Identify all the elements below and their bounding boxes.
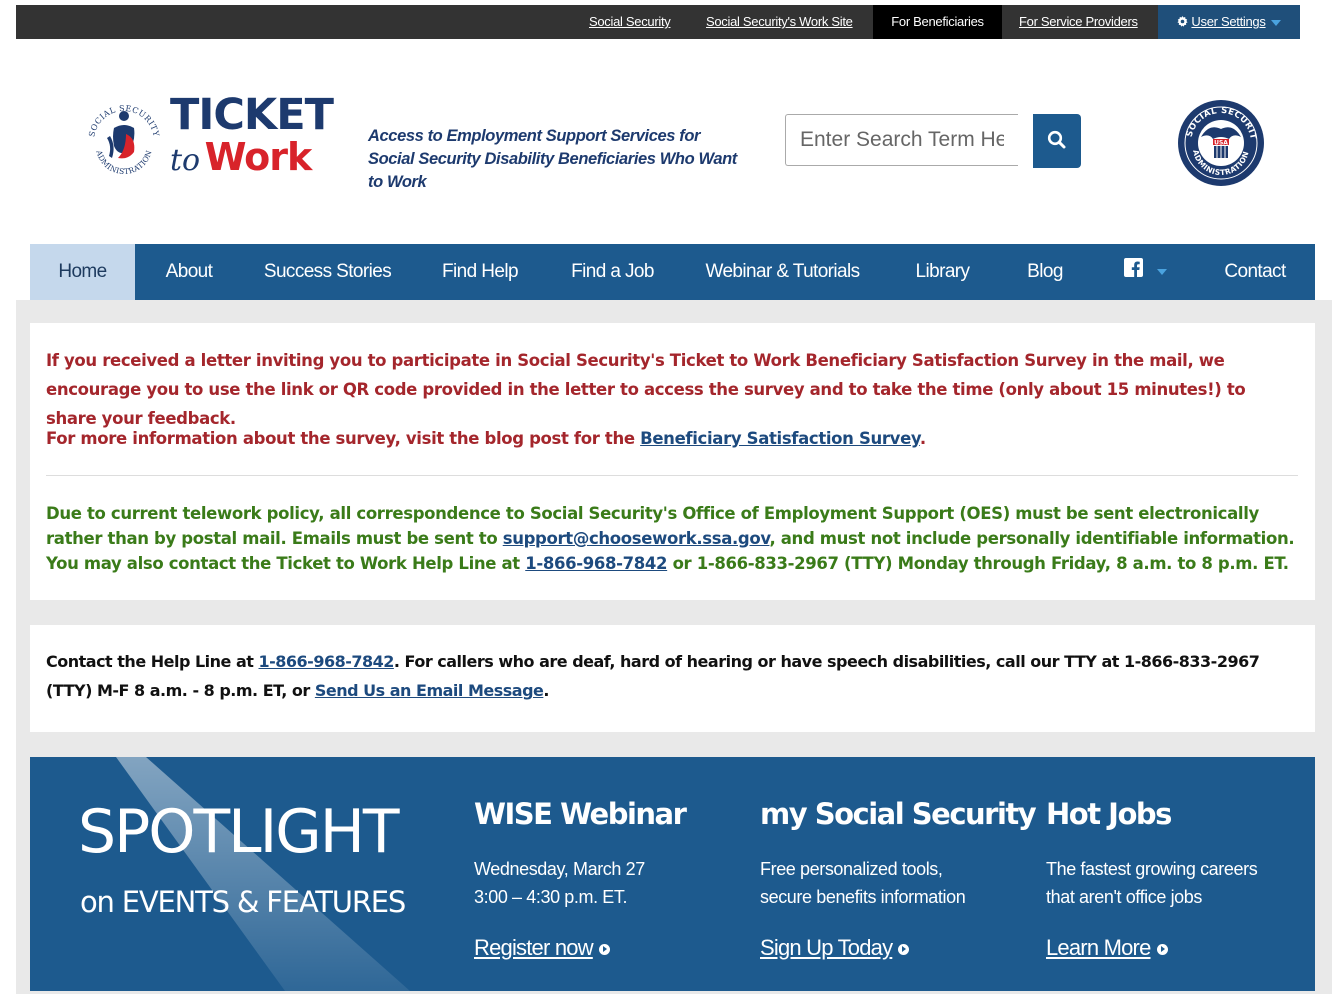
feature-desc-line: The fastest growing careers — [1046, 859, 1258, 879]
feature-link-label: Register now — [474, 935, 594, 960]
search-input[interactable] — [785, 114, 1018, 166]
feature-desc-line: that aren't office jobs — [1046, 887, 1203, 907]
telework-text-3: or 1-866-833-2967 (TTY) Monday through F… — [667, 554, 1289, 573]
nav-home[interactable]: Home — [30, 244, 135, 300]
survey-alert-text: If you received a letter inviting you to… — [46, 351, 1246, 428]
logo-work-text: Work — [204, 135, 313, 179]
contact-suffix: . — [543, 681, 549, 700]
feature-description: Free personalized tools, secure benefits … — [760, 855, 966, 911]
ssa-logo-seal[interactable]: SOCIAL SECURITY ADMINISTRATION — [82, 86, 166, 196]
ssa-seal-logo[interactable]: SOCIAL SECURITY ADMINISTRATION USA — [1173, 92, 1265, 187]
contact-phone-link[interactable]: 1-866-968-7842 — [259, 652, 395, 671]
nav-library[interactable]: Library — [900, 244, 985, 300]
utility-link-for-beneficiaries[interactable]: For Beneficiaries — [873, 5, 1002, 39]
feature-link-label: Learn More — [1046, 935, 1151, 960]
feature-description: Wednesday, March 27 3:00 – 4:30 p.m. ET. — [474, 855, 645, 911]
circle-arrow-icon — [1156, 943, 1168, 955]
user-settings-menu[interactable]: User Settings — [1158, 5, 1300, 39]
main-navigation: Home About Success Stories Find Help Fin… — [30, 244, 1315, 300]
nav-success-stories[interactable]: Success Stories — [255, 244, 400, 300]
seal-usa-text: USA — [1214, 140, 1228, 147]
feature-link-label: Sign Up Today — [760, 935, 893, 960]
feature-title: my Social Security — [760, 797, 1037, 831]
nav-social-menu[interactable] — [1115, 244, 1175, 300]
spotlight-title: SPOTLIGHT — [78, 797, 400, 867]
feature-title: Hot Jobs — [1046, 797, 1172, 831]
utility-bar: Social Security Social Security's Work S… — [16, 5, 1300, 39]
spotlight-section: SPOTLIGHT on EVENTS & FEATURES WISE Webi… — [30, 757, 1315, 991]
nav-find-help[interactable]: Find Help — [430, 244, 530, 300]
gear-icon — [1177, 6, 1189, 40]
feature-title: WISE Webinar — [474, 797, 687, 831]
contact-prefix: Contact the Help Line at — [46, 652, 259, 671]
circle-arrow-icon — [898, 943, 910, 955]
register-now-link[interactable]: Register now — [474, 935, 610, 961]
feature-desc-line: Wednesday, March 27 — [474, 859, 645, 879]
facebook-icon — [1123, 244, 1143, 300]
learn-more-link[interactable]: Learn More — [1046, 935, 1168, 961]
telework-alert-text: Due to current telework policy, all corr… — [46, 501, 1301, 576]
sign-up-today-link[interactable]: Sign Up Today — [760, 935, 910, 961]
send-email-link[interactable]: Send Us an Email Message — [315, 681, 544, 700]
survey-more-info: For more information about the survey, v… — [46, 424, 1296, 453]
nav-blog[interactable]: Blog — [1015, 244, 1075, 300]
alert-divider — [46, 475, 1298, 476]
utility-link-service-providers[interactable]: For Service Providers — [1019, 5, 1138, 39]
survey-more-suffix: . — [919, 429, 926, 448]
logo-ticket-text: TICKET — [170, 90, 334, 140]
search-icon — [1047, 130, 1067, 155]
utility-link-work-site[interactable]: Social Security's Work Site — [706, 5, 853, 39]
chevron-down-icon — [1156, 269, 1167, 275]
survey-more-prefix: For more information about the survey, v… — [46, 429, 641, 448]
feature-desc-line: Free personalized tools, — [760, 859, 943, 879]
support-email-link[interactable]: support@choosework.ssa.gov — [503, 529, 770, 548]
search-button[interactable] — [1033, 114, 1081, 168]
utility-link-social-security[interactable]: Social Security — [589, 5, 671, 39]
chevron-down-icon — [1270, 19, 1281, 26]
feature-description: The fastest growing careers that aren't o… — [1046, 855, 1258, 911]
nav-contact[interactable]: Contact — [1210, 244, 1300, 300]
feature-desc-line: 3:00 – 4:30 p.m. ET. — [474, 887, 628, 907]
circle-arrow-icon — [598, 943, 610, 955]
site-tagline: Access to Employment Support Services fo… — [368, 127, 737, 191]
ticket-to-work-logo[interactable]: TICKET to Work — [170, 90, 334, 179]
nav-about[interactable]: About — [150, 244, 228, 300]
logo-to-text: to — [170, 143, 201, 178]
help-line-phone-link[interactable]: 1-866-968-7842 — [525, 554, 667, 573]
spotlight-subtitle: on EVENTS & FEATURES — [80, 885, 406, 919]
user-settings-label: User Settings — [1191, 14, 1266, 29]
contact-help-text: Contact the Help Line at 1-866-968-7842.… — [46, 647, 1296, 705]
feature-desc-line: secure benefits information — [760, 887, 966, 907]
nav-find-a-job[interactable]: Find a Job — [560, 244, 665, 300]
nav-webinar-tutorials[interactable]: Webinar & Tutorials — [695, 244, 870, 300]
beneficiary-survey-link[interactable]: Beneficiary Satisfaction Survey — [640, 429, 920, 448]
